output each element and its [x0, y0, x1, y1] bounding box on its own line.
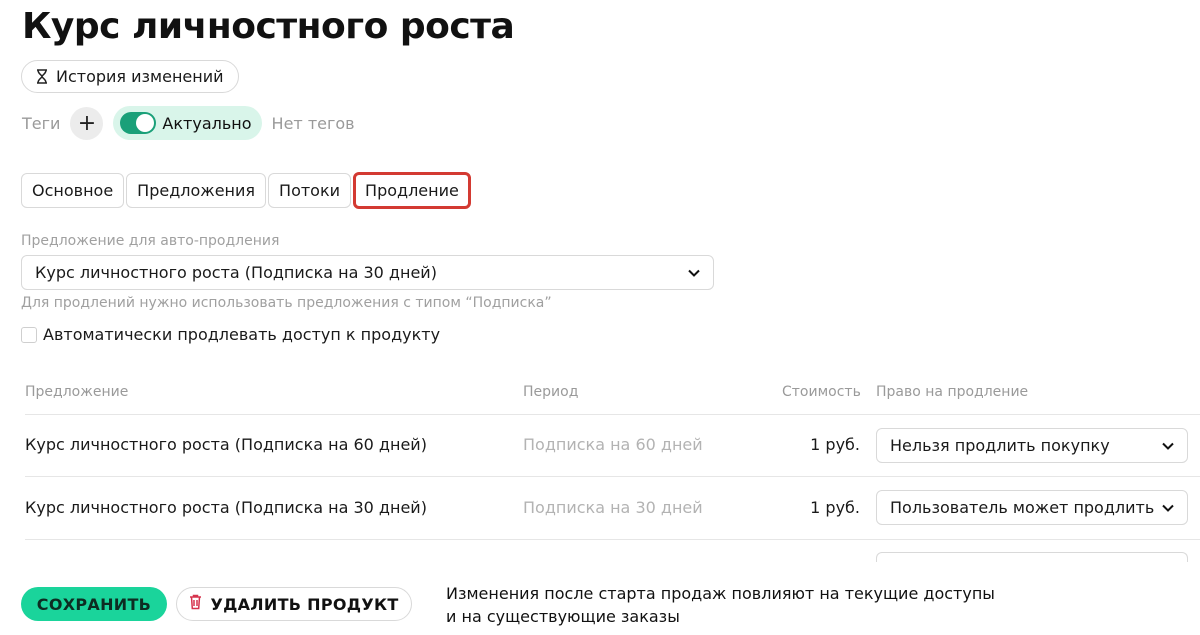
save-button[interactable]: СОХРАНИТЬ — [21, 587, 167, 621]
header-offer: Предложение — [25, 384, 129, 400]
chevron-down-icon — [1162, 442, 1174, 450]
page-title: Курс личностного роста — [22, 6, 515, 47]
row-renewal-right-value: Нельзя продлить покупку — [890, 436, 1110, 455]
auto-renew-offer-label: Предложение для авто-продления — [21, 233, 280, 249]
tab-streams[interactable]: Потоки — [268, 173, 352, 208]
chevron-down-icon — [1162, 504, 1174, 512]
row-renewal-right-select[interactable]: Пользователь может продлить — [876, 490, 1188, 525]
footer-bar: СОХРАНИТЬ УДАЛИТЬ ПРОДУКТ Изменения посл… — [0, 562, 1200, 635]
add-tag-button[interactable]: + — [70, 106, 104, 140]
auto-renew-checkbox-row[interactable]: Автоматически продлевать доступ к продук… — [21, 325, 440, 344]
auto-renew-checkbox[interactable] — [21, 326, 37, 343]
tab-renewal[interactable]: Продление — [353, 172, 471, 209]
delete-product-label: УДАЛИТЬ ПРОДУКТ — [210, 594, 399, 614]
row-renewal-right-select[interactable]: Нельзя продлить покупку — [876, 428, 1188, 463]
tags-label: Теги — [22, 113, 61, 133]
tags-row: Теги + Актуально Нет тегов — [22, 106, 355, 140]
tabs: Основное Предложения Потоки Продление — [21, 172, 471, 209]
trash-icon — [189, 594, 202, 614]
history-button-label: История изменений — [56, 67, 224, 86]
renewal-hint: Для продлений нужно использовать предлож… — [21, 295, 552, 311]
header-period: Период — [523, 384, 579, 400]
row-renewal-right-value: Пользователь может продлить — [890, 498, 1155, 517]
row-offer: Курс личностного роста (Подписка на 60 д… — [25, 435, 427, 454]
row-price: 1 руб. — [810, 498, 860, 517]
footer-note-line1: Изменения после старта продаж повлияют н… — [446, 584, 995, 603]
row-divider — [25, 476, 1200, 477]
footer-note: Изменения после старта продаж повлияют н… — [446, 582, 1006, 628]
header-price: Стоимость — [782, 384, 861, 400]
row-period: Подписка на 30 дней — [523, 498, 703, 517]
actual-toggle[interactable] — [120, 112, 157, 134]
header-right: Право на продление — [876, 384, 1029, 400]
row-period: Подписка на 60 дней — [523, 435, 703, 454]
footer-note-line2: и на существующие заказы — [446, 607, 680, 626]
auto-renew-checkbox-label: Автоматически продлевать доступ к продук… — [43, 325, 441, 344]
actual-status-chip[interactable]: Актуально — [113, 106, 262, 140]
no-tags-text: Нет тегов — [271, 113, 355, 133]
auto-renew-offer-value: Курс личностного роста (Подписка на 30 д… — [35, 263, 437, 282]
tab-offers[interactable]: Предложения — [126, 173, 267, 208]
hourglass-icon — [36, 69, 48, 84]
tab-main[interactable]: Основное — [21, 173, 125, 208]
delete-product-button[interactable]: УДАЛИТЬ ПРОДУКТ — [176, 587, 412, 621]
history-button[interactable]: История изменений — [21, 60, 239, 93]
plus-icon: + — [77, 110, 97, 136]
row-divider — [25, 539, 1200, 540]
chevron-down-icon — [688, 269, 700, 277]
row-price: 1 руб. — [810, 435, 860, 454]
actual-status-label: Актуально — [162, 113, 252, 133]
row-offer: Курс личностного роста (Подписка на 30 д… — [25, 498, 427, 517]
row-divider — [25, 414, 1200, 415]
auto-renew-offer-select[interactable]: Курс личностного роста (Подписка на 30 д… — [21, 255, 714, 290]
